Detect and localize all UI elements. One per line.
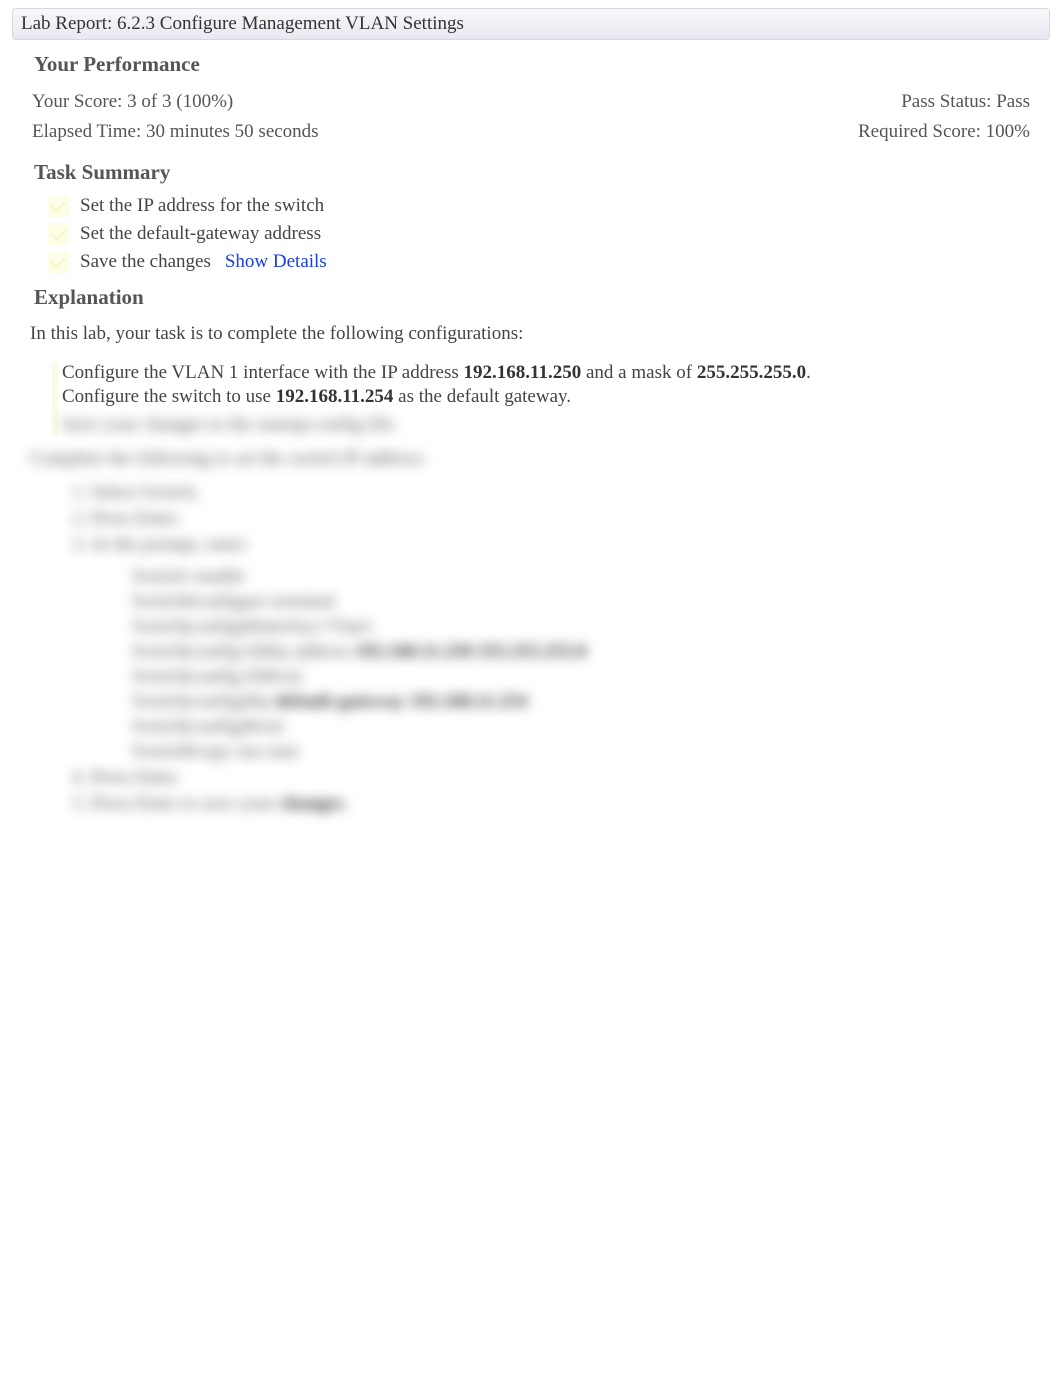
cli-line: Switch(config)#ip default-gateway 192.16… [132,691,1050,713]
lab-report-title: Lab Report: 6.2.3 Configure Management V… [21,13,464,34]
explanation-bullets: Configure the VLAN 1 interface with the … [52,362,1050,436]
task-label: Set the IP address for the switch [80,195,324,217]
lab-report-header: Lab Report: 6.2.3 Configure Management V… [12,8,1050,40]
required-score-label: Required Score: 100% [858,117,1030,147]
blur-lead: Complete the following to set the switch… [30,448,1050,470]
task-item: Save the changes Show Details [48,251,1050,273]
step-5: 5. Press Enter to save your changes. [72,793,1050,815]
cli-line: Switch(config)#interface Vlan1 [132,616,1050,638]
task-item: Set the IP address for the switch [48,195,1050,217]
bullet-line-2: Configure the switch to use 192.168.11.2… [62,386,1050,408]
elapsed-time-label: Elapsed Time: 30 minutes 50 seconds [32,117,319,147]
pass-status-label: Pass Status: Pass [858,87,1030,117]
bullet-line-1: Configure the VLAN 1 interface with the … [62,362,1050,384]
explanation-intro: In this lab, your task is to complete th… [30,320,1050,349]
score-row: Your Score: 3 of 3 (100%) Elapsed Time: … [32,87,1030,148]
blur-tail: 4. Press Enter. 5. Press Enter to save y… [72,767,1050,815]
check-icon [48,223,70,245]
blurred-body: Complete the following to set the switch… [12,448,1050,815]
cli-line: Switch>enable [132,566,1050,588]
task-label: Set the default-gateway address [80,223,321,245]
task-item: Set the default-gateway address [48,223,1050,245]
cli-block: Switch>enable Switch#configure terminal … [132,566,1050,763]
step-3: 3. At the prompt, enter: [72,534,1050,556]
task-summary-heading: Task Summary [34,160,1050,185]
cli-line: Switch#configure terminal [132,591,1050,613]
cli-line: Switch(config)#exit [132,716,1050,738]
explanation-heading: Explanation [34,285,1050,310]
task-list: Set the IP address for the switch Set th… [48,195,1050,273]
blurred-content: Save your changes to the startup-config … [62,414,1050,436]
check-icon [48,251,70,273]
step-2: 2. Press Enter. [72,508,1050,530]
check-icon [48,195,70,217]
blur-steps: 1. Select Switch. 2. Press Enter. 3. At … [72,482,1050,556]
score-right-column: Pass Status: Pass Required Score: 100% [858,87,1030,148]
step-4: 4. Press Enter. [72,767,1050,789]
task-label: Save the changes [80,251,211,273]
cli-line: Switch#copy run start [132,741,1050,763]
cli-line: Switch(config-if)#exit [132,666,1050,688]
your-score-label: Your Score: 3 of 3 (100%) [32,87,319,117]
performance-heading: Your Performance [34,52,1050,77]
step-1: 1. Select Switch. [72,482,1050,504]
bullet-line-3: Save your changes to the startup-config … [62,414,1050,436]
cli-line: Switch(config-if)#ip address 192.168.11.… [132,641,1050,663]
score-left-column: Your Score: 3 of 3 (100%) Elapsed Time: … [32,87,319,148]
show-details-link[interactable]: Show Details [225,251,327,273]
